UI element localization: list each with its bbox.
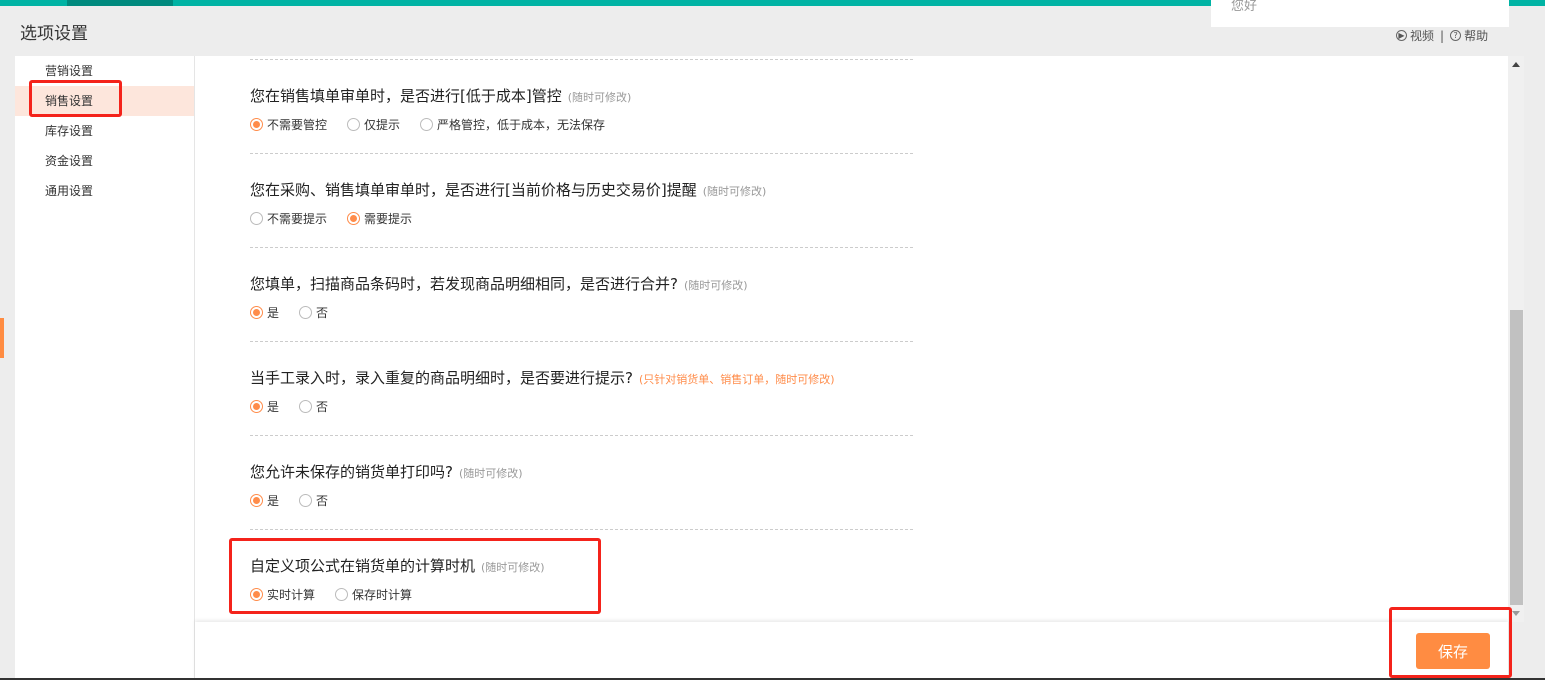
side-marker <box>0 318 4 358</box>
sidebar-item[interactable]: 通用设置 <box>15 176 194 206</box>
radio-icon[interactable] <box>299 494 313 507</box>
radio-option[interactable]: 严格管控，低于成本，无法保存 <box>420 116 605 133</box>
setting-section: 您填单，扫描商品条码时，若发现商品明细相同，是否进行合并? (随时可修改) 是 否 <box>250 247 913 341</box>
active-tab-indicator <box>67 0 173 6</box>
setting-note: (只针对销货单、销售订单，随时可修改) <box>638 373 835 386</box>
radio-option[interactable]: 否 <box>299 492 328 509</box>
radio-label: 不需要管控 <box>267 118 328 132</box>
setting-section: 当手工录入时，录入重复的商品明细时，是否要进行提示? (只针对销货单、销售订单，随… <box>250 341 913 435</box>
radio-icon[interactable] <box>250 212 263 225</box>
setting-section: 您允许未保存的销货单打印吗? (随时可修改) 是 否 <box>250 435 913 529</box>
setting-question: 您填单，扫描商品条码时，若发现商品明细相同，是否进行合并? <box>250 275 678 293</box>
settings-sidebar: 营销设置 销售设置 库存设置 资金设置 通用设置 <box>15 56 195 680</box>
setting-note: (随时可修改) <box>683 279 748 292</box>
radio-label: 严格管控，低于成本，无法保存 <box>437 118 606 132</box>
highlight-box <box>229 538 601 614</box>
radio-icon[interactable] <box>250 400 263 413</box>
radio-icon[interactable] <box>250 306 263 319</box>
help-link[interactable]: 帮助 <box>1464 27 1488 44</box>
radio-label: 不需要提示 <box>267 212 328 226</box>
radio-label: 是 <box>267 494 280 508</box>
scroll-up-icon[interactable] <box>1512 62 1520 67</box>
play-icon: ▶ <box>1396 30 1407 41</box>
radio-option[interactable]: 是 <box>250 492 279 509</box>
setting-note: (随时可修改) <box>567 91 632 104</box>
radio-option[interactable]: 不需要提示 <box>250 210 327 227</box>
setting-section: 您在采购、销售填单审单时，是否进行[当前价格与历史交易价]提醒 (随时可修改) 不需… <box>250 153 913 247</box>
header-links: ▶ 视频 | ? 帮助 <box>1396 27 1488 44</box>
radio-option[interactable]: 是 <box>250 304 279 321</box>
radio-label: 仅提示 <box>364 118 401 132</box>
setting-question: 当手工录入时，录入重复的商品明细时，是否要进行提示? <box>250 369 633 387</box>
radio-option[interactable]: 需要提示 <box>347 210 412 227</box>
setting-note: (随时可修改) <box>458 467 523 480</box>
radio-label: 否 <box>316 494 329 508</box>
highlight-box <box>1389 607 1512 678</box>
scroll-down-icon[interactable] <box>1512 611 1520 616</box>
page-title: 选项设置 <box>20 24 88 44</box>
radio-label: 否 <box>316 306 329 320</box>
setting-question: 您在销售填单审单时，是否进行[低于成本]管控 <box>250 87 562 105</box>
radio-label: 是 <box>267 306 280 320</box>
video-link[interactable]: 视频 <box>1410 27 1434 44</box>
help-icon: ? <box>1450 30 1462 41</box>
radio-label: 需要提示 <box>364 212 413 226</box>
highlight-box <box>29 80 122 117</box>
vertical-scrollbar[interactable] <box>1508 56 1524 622</box>
sidebar-item[interactable]: 库存设置 <box>15 116 194 146</box>
greeting-popup: 您好 <box>1211 0 1509 27</box>
setting-note: (随时可修改) <box>702 185 767 198</box>
radio-option[interactable]: 不需要管控 <box>250 116 327 133</box>
radio-option[interactable]: 否 <box>299 398 328 415</box>
radio-label: 否 <box>316 400 329 414</box>
radio-label: 是 <box>267 400 280 414</box>
radio-option[interactable]: 是 <box>250 398 279 415</box>
radio-option[interactable]: 否 <box>299 304 328 321</box>
divider: | <box>1440 28 1445 43</box>
setting-question: 您在采购、销售填单审单时，是否进行[当前价格与历史交易价]提醒 <box>250 181 697 199</box>
setting-section: 您在销售填单审单时，是否进行[低于成本]管控 (随时可修改) 不需要管控 仅提示 严格管… <box>250 59 913 153</box>
radio-icon[interactable] <box>250 118 263 131</box>
sidebar-item[interactable]: 资金设置 <box>15 146 194 176</box>
radio-icon[interactable] <box>347 118 361 131</box>
radio-icon[interactable] <box>347 212 361 225</box>
radio-icon[interactable] <box>250 494 263 507</box>
radio-icon[interactable] <box>420 118 434 131</box>
radio-icon[interactable] <box>299 306 313 319</box>
radio-icon[interactable] <box>299 400 313 413</box>
setting-question: 您允许未保存的销货单打印吗? <box>250 463 453 481</box>
footer-bar <box>195 622 1508 680</box>
radio-option[interactable]: 仅提示 <box>347 116 400 133</box>
scrollbar-thumb[interactable] <box>1510 310 1523 605</box>
